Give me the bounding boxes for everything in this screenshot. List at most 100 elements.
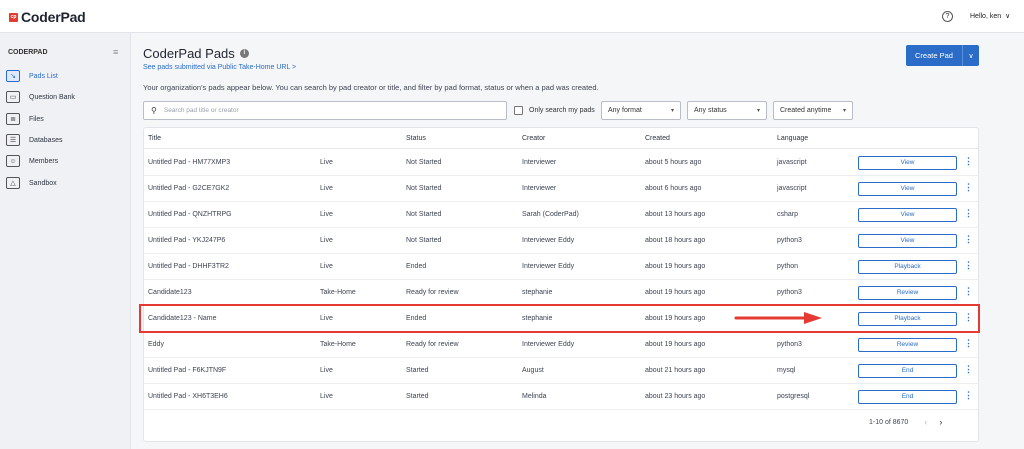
review-button[interactable]: Review — [858, 338, 957, 352]
sidebar-item-label: Question Bank — [29, 93, 75, 101]
sidebar-heading: CODERPAD — [8, 49, 48, 56]
prev-page-icon[interactable]: ‹ — [924, 417, 927, 427]
pagination-range: 1-10 of 8670 — [869, 418, 909, 426]
cell-created: about 19 hours ago — [645, 315, 706, 322]
created-filter-dropdown[interactable]: Created anytime ▾ — [773, 101, 853, 120]
cell-status: Started — [406, 393, 429, 400]
table-row[interactable]: Untitled Pad - HM77XMP3 Live Not Started In… — [144, 150, 978, 176]
table-row[interactable]: Untitled Pad - G2CE7GK2 Live Not Started In… — [144, 176, 978, 202]
sidebar-item-members[interactable]: ☺ Members — [6, 153, 124, 169]
cell-status: Ended — [406, 315, 427, 322]
more-options-icon[interactable]: ⋮ — [964, 312, 973, 323]
more-options-icon[interactable]: ⋮ — [964, 260, 973, 271]
playback-button[interactable]: Playback — [858, 260, 957, 274]
cell-language: csharp — [777, 211, 799, 218]
view-button[interactable]: View — [858, 208, 957, 222]
cell-status: Ready for review — [406, 289, 459, 296]
user-menu[interactable]: Hello, ken ∨ — [970, 12, 1011, 21]
cell-creator: Interviewer — [522, 185, 557, 192]
playback-button[interactable]: Playback — [858, 312, 957, 326]
view-button[interactable]: View — [858, 234, 957, 248]
format-filter-value: Any format — [608, 107, 642, 114]
status-filter-dropdown[interactable]: Any status ▾ — [687, 101, 767, 120]
cell-type: Live — [320, 159, 333, 166]
cell-creator: stephanie — [522, 289, 553, 296]
only-my-pads-label: Only search my pads — [529, 107, 595, 114]
cell-status: Ready for review — [406, 341, 459, 348]
chevron-down-icon: ∨ — [1005, 13, 1011, 20]
header-language[interactable]: Language — [777, 135, 808, 142]
more-options-icon[interactable]: ⋮ — [964, 364, 973, 375]
caret-down-icon: ▾ — [842, 108, 846, 114]
search-input[interactable] — [163, 107, 484, 114]
more-options-icon[interactable]: ⋮ — [964, 338, 973, 349]
cell-creator: August — [522, 367, 544, 374]
sidebar-item-question-bank[interactable]: ▭ Question Bank — [6, 89, 124, 105]
cell-title: Untitled Pad - QNZHTRPG — [148, 211, 232, 218]
table-row[interactable]: Untitled Pad - DHHF3TR2 Live Ended Intervie… — [144, 254, 978, 280]
header-created[interactable]: Created — [645, 135, 670, 142]
sidebar: CODERPAD ≡ ↘ Pads List ▭ Question Bank ≣ File… — [0, 33, 131, 449]
collapse-sidebar-icon[interactable]: ≡ — [113, 47, 118, 57]
created-filter-value: Created anytime — [780, 107, 832, 114]
table-row[interactable]: Candidate123 - Name Live Ended stephanie abo… — [144, 306, 978, 332]
header-status[interactable]: Status — [406, 135, 426, 142]
pads-icon: ↘ — [6, 70, 20, 82]
cell-creator: Interviewer — [522, 159, 557, 166]
cell-created: about 19 hours ago — [645, 289, 706, 296]
takehome-pads-link[interactable]: See pads submitted via Public Take-Home … — [143, 64, 296, 71]
cell-language: python3 — [777, 237, 802, 244]
table-row[interactable]: Untitled Pad - XH6T3EH6 Live Started Melind… — [144, 384, 978, 410]
table-row[interactable]: Untitled Pad - QNZHTRPG Live Not Started Sa… — [144, 202, 978, 228]
table-row[interactable]: Candidate123 Take-Home Ready for review ste… — [144, 280, 978, 306]
sidebar-item-databases[interactable]: ☰ Databases — [6, 132, 124, 148]
cell-creator: Interviewer Eddy — [522, 237, 575, 244]
cell-status: Not Started — [406, 185, 442, 192]
create-pad-button[interactable]: Create Pad ∨ — [906, 45, 979, 66]
coderpad-logo[interactable]: cp CoderPad — [9, 9, 86, 25]
sidebar-item-label: Files — [29, 115, 44, 123]
more-options-icon[interactable]: ⋮ — [964, 156, 973, 167]
table-row[interactable]: Untitled Pad - F6KJTN9F Live Started August… — [144, 358, 978, 384]
view-button[interactable]: View — [858, 156, 957, 170]
header-title[interactable]: Title — [148, 135, 161, 142]
end-button[interactable]: End — [858, 364, 957, 378]
cell-language: javascript — [777, 185, 807, 192]
more-options-icon[interactable]: ⋮ — [964, 390, 973, 401]
only-my-pads-toggle[interactable]: Only search my pads — [514, 106, 595, 115]
cell-language: mysql — [777, 367, 796, 374]
sidebar-item-pads-list[interactable]: ↘ Pads List — [6, 68, 124, 84]
cell-type: Live — [320, 393, 333, 400]
status-filter-value: Any status — [694, 107, 727, 114]
format-filter-dropdown[interactable]: Any format ▾ — [601, 101, 681, 120]
view-button[interactable]: View — [858, 182, 957, 196]
only-my-pads-checkbox[interactable] — [514, 106, 523, 115]
more-options-icon[interactable]: ⋮ — [964, 182, 973, 193]
table-header: Title Status Creator Created Language — [144, 128, 978, 149]
page-description: Your organization's pads appear below. Y… — [143, 83, 599, 92]
caret-down-icon: ▾ — [670, 108, 674, 114]
next-page-icon[interactable]: › — [939, 417, 942, 427]
cell-creator: stephanie — [522, 315, 553, 322]
cell-title: Eddy — [148, 341, 164, 348]
more-options-icon[interactable]: ⋮ — [964, 234, 973, 245]
cell-language: postgresql — [777, 393, 810, 400]
sidebar-item-files[interactable]: ≣ Files — [6, 111, 124, 127]
help-icon[interactable]: ? — [942, 11, 953, 22]
files-icon: ≣ — [6, 113, 20, 125]
cell-type: Live — [320, 185, 333, 192]
info-icon[interactable]: i — [239, 49, 249, 58]
more-options-icon[interactable]: ⋮ — [964, 208, 973, 219]
create-pad-dropdown-icon[interactable]: ∨ — [963, 52, 979, 60]
table-row[interactable]: Untitled Pad - YKJ247P6 Live Not Started In… — [144, 228, 978, 254]
sidebar-item-label: Databases — [29, 136, 63, 144]
main-content: CoderPad Pads i See pads submitted via P… — [131, 33, 1024, 449]
sidebar-item-sandbox[interactable]: △ Sandbox — [6, 175, 124, 191]
cell-title: Untitled Pad - YKJ247P6 — [148, 237, 226, 244]
sidebar-item-label: Pads List — [29, 72, 58, 80]
table-row[interactable]: Eddy Take-Home Ready for review Interviewer… — [144, 332, 978, 358]
end-button[interactable]: End — [858, 390, 957, 404]
review-button[interactable]: Review — [858, 286, 957, 300]
more-options-icon[interactable]: ⋮ — [964, 286, 973, 297]
header-creator[interactable]: Creator — [522, 135, 545, 142]
